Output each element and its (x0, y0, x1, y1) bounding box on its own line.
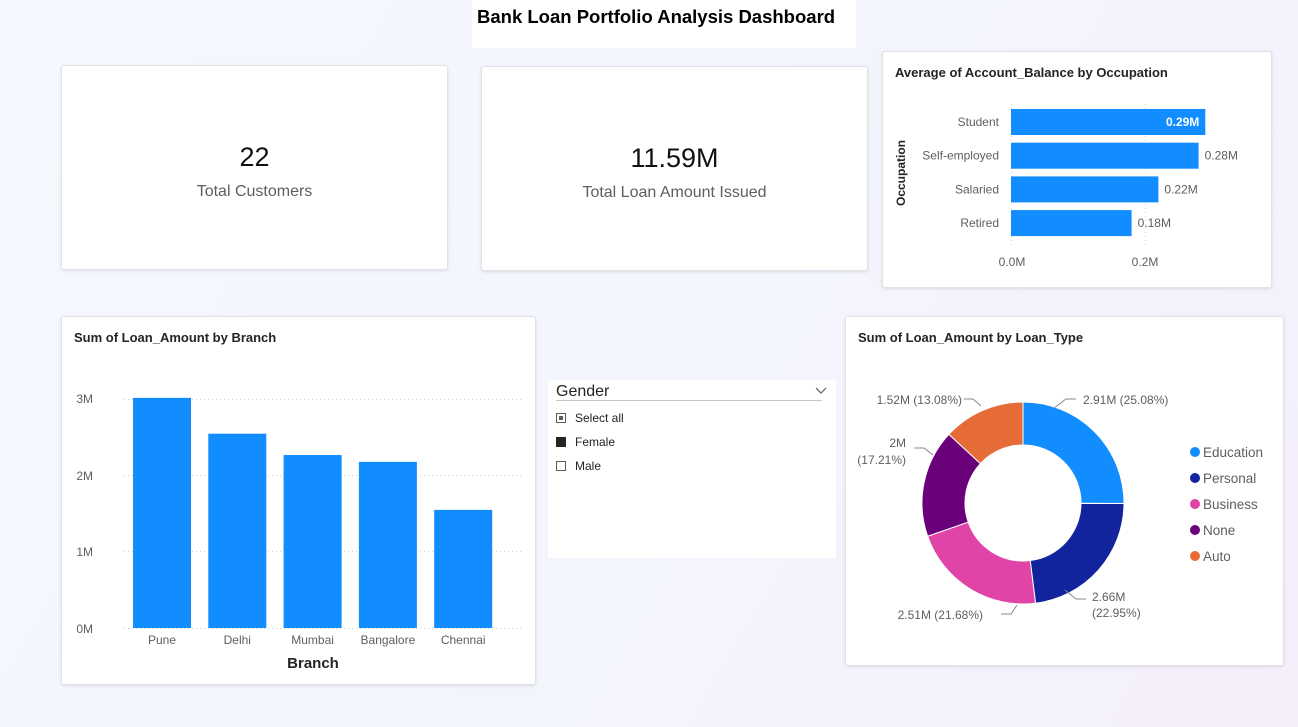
slicer-title: Gender (556, 383, 610, 400)
legend-label-personal[interactable]: Personal (1203, 471, 1256, 486)
slicer-item-female[interactable]: Female (556, 435, 615, 449)
kpi-card-total-loan-amount[interactable]: 11.59M Total Loan Amount Issued (481, 66, 868, 271)
branch-bar-mumbai[interactable] (283, 455, 342, 628)
kpi-total-loan-amount-value: 11.59M (630, 143, 719, 173)
donut-slice-personal[interactable] (1029, 502, 1125, 604)
occupation-bar-retired[interactable] (1011, 210, 1132, 237)
gender-slicer[interactable]: Gender Select all Female Male (548, 380, 836, 558)
legend-label-auto[interactable]: Auto (1203, 549, 1231, 564)
slicer-divider (556, 400, 822, 401)
branch-category-label: Chennai (441, 633, 486, 647)
loan-type-chart-card[interactable]: Sum of Loan_Amount by Loan_Type 2.91M (2… (845, 316, 1284, 666)
leader-line-education (1053, 398, 1076, 409)
occupation-chart-card[interactable]: Average of Account_Balance by Occupation… (882, 51, 1272, 288)
occupation-category-label: Student (958, 115, 1000, 129)
occupation-data-label: 0.28M (1205, 149, 1238, 163)
donut-slice-business[interactable] (927, 521, 1037, 605)
kpi-total-customers-value: 22 (239, 142, 270, 172)
occupation-tick-0: 0.0M (999, 255, 1026, 269)
checked-checkbox-icon[interactable] (556, 437, 566, 447)
leader-line-none (914, 447, 934, 456)
occupation-category-label: Self-employed (922, 149, 999, 163)
occupation-data-label: 0.22M (1164, 182, 1197, 196)
slice-label-education: 2.91M (25.08%) (1083, 393, 1168, 407)
legend-label-business[interactable]: Business (1203, 497, 1258, 512)
donut-slice-education[interactable] (1022, 401, 1125, 505)
occupation-tick-1: 0.2M (1132, 255, 1159, 269)
legend-marker-education (1190, 447, 1200, 457)
legend-marker-auto (1190, 551, 1200, 561)
slice-sublabel-personal: (22.95%) (1092, 606, 1141, 620)
branch-category-label: Pune (148, 633, 176, 647)
branch-bar-pune[interactable] (133, 397, 191, 628)
slice-label-auto: 1.52M (13.08%) (877, 393, 962, 407)
slicer-item-label: Female (575, 435, 616, 449)
slice-label-none: 2M (889, 436, 906, 450)
legend-marker-none (1190, 525, 1200, 535)
kpi-total-customers-label: Total Customers (196, 183, 313, 200)
loan-type-donut-chart: 2.91M (25.08%) 2.66M (22.95%) 2.51M (21.… (857, 393, 1263, 622)
slicer-item-label: Select all (575, 411, 624, 425)
branch-ytick-0m: 0M (76, 622, 93, 636)
legend-label-none[interactable]: None (1203, 523, 1235, 538)
leader-line-business (1001, 604, 1018, 615)
kpi-total-loan-amount-label: Total Loan Amount Issued (582, 184, 767, 201)
occupation-bar-self-employed[interactable] (1011, 142, 1199, 169)
partial-checkbox-icon[interactable] (556, 413, 566, 423)
leader-line-auto (964, 398, 982, 407)
occupation-category-label: Salaried (955, 182, 999, 196)
branch-bar-chennai[interactable] (434, 509, 493, 628)
branch-ytick-1m: 1M (76, 545, 93, 559)
branch-ytick-2m: 2M (76, 469, 93, 483)
occupation-data-label: 0.29M (1166, 115, 1199, 129)
branch-category-label: Delhi (224, 633, 251, 647)
kpi-card-total-customers[interactable]: 22 Total Customers (61, 65, 448, 270)
slice-label-personal: 2.66M (1092, 590, 1125, 604)
branch-ytick-3m: 3M (76, 392, 93, 406)
page-title: Bank Loan Portfolio Analysis Dashboard (472, 0, 856, 48)
slicer-item-select-all[interactable]: Select all (556, 411, 624, 425)
slice-label-business: 2.51M (21.68%) (898, 608, 983, 622)
branch-chart-card[interactable]: Sum of Loan_Amount by Branch 3M 2M 1M 0M… (61, 316, 536, 685)
branch-chart: 3M 2M 1M 0M Pune Delhi Mumbai Bangalore Chen… (76, 392, 524, 672)
occupation-axis-title: Occupation (894, 140, 908, 206)
branch-axis-title: Branch (287, 655, 339, 672)
occupation-chart: Occupation Student 0.29M Self-employed 0.28… (894, 104, 1238, 269)
branch-category-label: Mumbai (291, 633, 334, 647)
legend-marker-personal (1190, 473, 1200, 483)
legend-label-education[interactable]: Education (1203, 445, 1263, 460)
slice-sublabel-none: (17.21%) (857, 453, 906, 467)
legend-marker-business (1190, 499, 1200, 509)
slicer-item-male[interactable]: Male (556, 459, 601, 473)
occupation-bar-salaried[interactable] (1011, 176, 1159, 203)
branch-bar-bangalore[interactable] (358, 461, 417, 628)
occupation-category-label: Retired (960, 216, 999, 230)
unchecked-checkbox-icon[interactable] (556, 461, 566, 471)
occupation-data-label: 0.18M (1138, 216, 1171, 230)
branch-category-label: Bangalore (361, 633, 416, 647)
branch-bar-delhi[interactable] (208, 433, 267, 628)
slicer-item-label: Male (575, 459, 602, 473)
